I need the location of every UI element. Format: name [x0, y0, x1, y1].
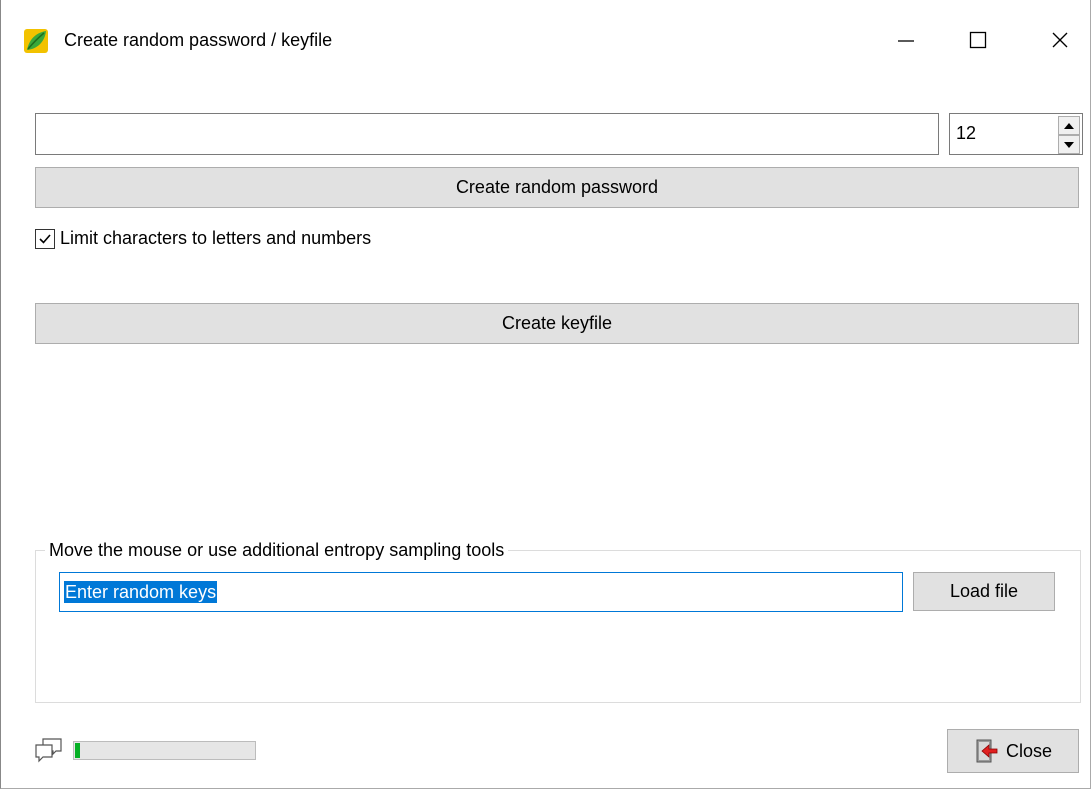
password-length-value: 12 [956, 123, 977, 143]
limit-characters-checkbox[interactable] [35, 228, 55, 249]
limit-characters-label: Limit characters to letters and numbers [60, 228, 372, 248]
random-keys-input-text: Enter random keys [64, 581, 218, 603]
window-title: Create random password / keyfile [64, 30, 333, 50]
load-file-button[interactable]: Load file [913, 572, 1055, 611]
close-button-label: Close [1005, 740, 1053, 761]
close-window-button[interactable] [1037, 20, 1083, 60]
password-output-field[interactable] [35, 113, 939, 155]
create-keyfile-button[interactable]: Create keyfile [35, 303, 1079, 344]
arrow-down-icon [1064, 141, 1074, 148]
dialog-window: Create random password / keyfile 12 Crea… [0, 0, 1091, 789]
spin-down-button[interactable] [1058, 135, 1080, 154]
password-length-spinbox[interactable]: 12 [949, 113, 1083, 155]
title-bar[interactable]: Create random password / keyfile [1, 0, 1090, 84]
speech-bubbles-icon [34, 737, 64, 765]
arrow-up-icon [1064, 122, 1074, 129]
checkmark-icon [39, 233, 51, 244]
maximize-icon [969, 31, 987, 49]
close-dialog-button[interactable]: Close [947, 729, 1079, 773]
exit-door-icon [976, 739, 998, 763]
minimize-button[interactable] [883, 20, 929, 60]
limit-characters-checkbox-row[interactable]: Limit characters to letters and numbers [35, 228, 371, 249]
app-leaf-icon [23, 28, 49, 54]
random-keys-input[interactable]: Enter random keys [59, 572, 903, 612]
close-x-icon [1052, 32, 1068, 48]
minimize-icon [898, 40, 914, 42]
spin-up-button[interactable] [1058, 116, 1080, 135]
create-random-password-button[interactable]: Create random password [35, 167, 1079, 208]
entropy-group-label: Move the mouse or use additional entropy… [45, 540, 509, 561]
entropy-progress-bar [73, 741, 256, 760]
entropy-progress-fill [75, 743, 80, 758]
maximize-button[interactable] [955, 20, 1001, 60]
